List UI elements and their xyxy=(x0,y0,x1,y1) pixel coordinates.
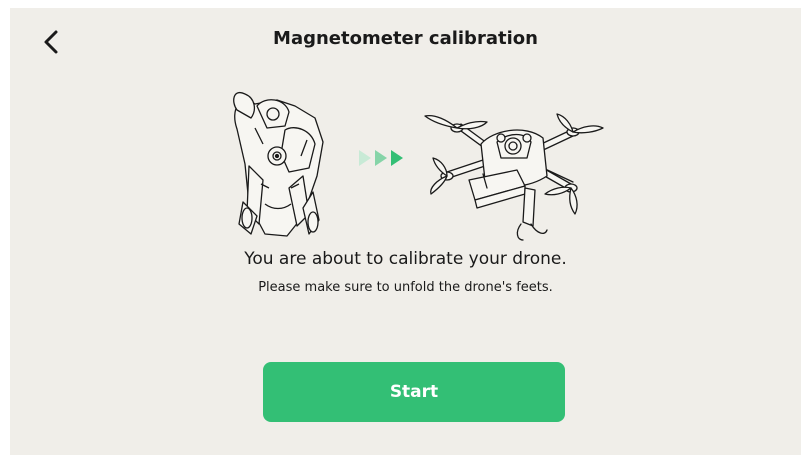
calibration-headline: You are about to calibrate your drone. xyxy=(244,249,567,269)
start-button[interactable]: Start xyxy=(263,362,565,422)
triple-chevron-right-icon xyxy=(359,150,403,166)
folded-drone-illustration xyxy=(233,91,324,237)
calibration-instruction: Please make sure to unfold the drone's f… xyxy=(258,280,553,295)
page-title: Magnetometer calibration xyxy=(273,28,538,49)
calibration-illustration xyxy=(225,84,610,244)
unfolded-drone-illustration xyxy=(424,113,604,241)
calibration-screen: Magnetometer calibration You are about t… xyxy=(10,8,801,455)
start-button-label: Start xyxy=(389,382,439,402)
